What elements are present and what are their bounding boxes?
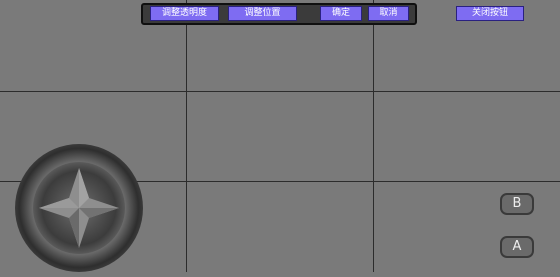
grid-line-vertical-2	[373, 0, 374, 272]
a-button[interactable]: A	[500, 236, 534, 258]
close-buttons-button[interactable]: 关闭按钮	[456, 6, 524, 21]
grid-line-horizontal-1	[0, 91, 560, 92]
b-button[interactable]: B	[500, 193, 534, 215]
cancel-button[interactable]: 取消	[368, 6, 409, 21]
adjust-opacity-button[interactable]: 调整透明度	[150, 6, 219, 21]
grid-line-vertical-1	[186, 0, 187, 272]
adjust-position-button[interactable]: 调整位置	[228, 6, 297, 21]
confirm-button[interactable]: 确定	[320, 6, 362, 21]
dpad-joystick-icon[interactable]	[14, 143, 144, 273]
